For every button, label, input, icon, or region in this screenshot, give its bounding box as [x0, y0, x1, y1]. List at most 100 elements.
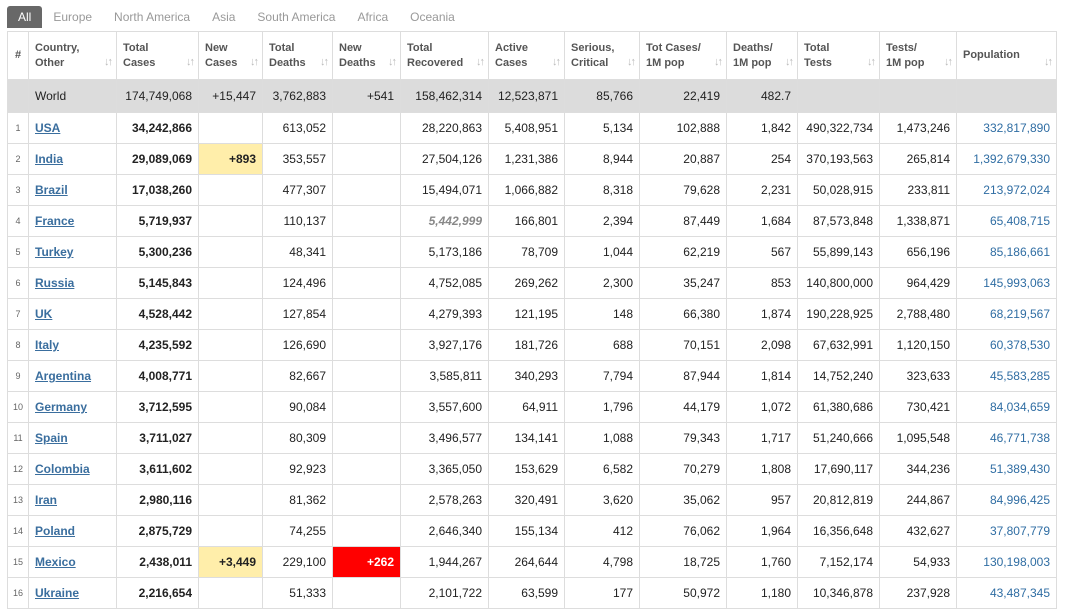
country-link[interactable]: Argentina [35, 369, 91, 383]
sort-arrows-icon[interactable]: ↓↑ [1044, 55, 1053, 70]
cell-total-cases: 174,749,068 [116, 79, 199, 113]
column-header-line2: 1M pop [886, 56, 925, 69]
country-link[interactable]: USA [35, 121, 60, 135]
country-link[interactable]: Italy [35, 338, 59, 352]
tab-north-america[interactable]: North America [103, 6, 201, 28]
cell-new-cases: +15,447 [198, 79, 263, 113]
cell-total-tests: 370,193,563 [797, 143, 880, 175]
tab-europe[interactable]: Europe [42, 6, 103, 28]
tab-oceania[interactable]: Oceania [399, 6, 466, 28]
cell-total-deaths: 613,052 [262, 112, 333, 144]
column-header-deaths-1m-pop[interactable]: Deaths/1M pop ↓↑ [726, 31, 798, 80]
table-row: 10 Germany 3,712,595 90,084 3,557,600 64,911 1… [7, 391, 1057, 423]
cell-active-cases: 12,523,871 [488, 79, 565, 113]
tab-asia[interactable]: Asia [201, 6, 246, 28]
column-header-tot-cases-1m-pop[interactable]: Tot Cases/1M pop ↓↑ [639, 31, 727, 80]
cell-serious: 5,134 [564, 112, 640, 144]
cell-active-cases: 264,644 [488, 546, 565, 578]
cell-deaths-per-m: 2,231 [726, 174, 798, 206]
column-header-line2: Recovered [407, 56, 464, 69]
country-link[interactable]: Brazil [35, 183, 68, 197]
column-header-total-recovered[interactable]: Total Recovered ↓↑ [400, 31, 489, 80]
column-header-active-cases[interactable]: Active Cases ↓↑ [488, 31, 565, 80]
cell-total-tests: 140,800,000 [797, 267, 880, 299]
cell-serious: 412 [564, 515, 640, 547]
cell-deaths-per-m: 853 [726, 267, 798, 299]
sort-arrows-icon[interactable]: ↓↑ [627, 55, 636, 70]
country-link[interactable]: Colombia [35, 462, 90, 476]
country-link[interactable]: Spain [35, 431, 68, 445]
row-index: 8 [7, 329, 29, 361]
sort-arrows-icon[interactable]: ↓↑ [785, 55, 794, 70]
cell-total-tests: 50,028,915 [797, 174, 880, 206]
column-header-serious-critical[interactable]: Serious, Critical ↓↑ [564, 31, 640, 80]
cell-new-deaths [332, 205, 401, 237]
sort-arrows-icon[interactable]: ↓↑ [476, 55, 485, 70]
cell-total-tests: 7,152,174 [797, 546, 880, 578]
country-link[interactable]: Russia [35, 276, 74, 290]
sort-arrows-icon[interactable]: ↓↑ [186, 55, 195, 70]
cell-active-cases: 269,262 [488, 267, 565, 299]
column-header-[interactable]: # [7, 31, 29, 80]
cell-cases-per-m: 87,944 [639, 360, 727, 392]
country-cell: Spain [28, 422, 117, 454]
column-header-total-tests[interactable]: Total Tests ↓↑ [797, 31, 880, 80]
sort-arrows-icon[interactable]: ↓↑ [320, 55, 329, 70]
sort-arrows-icon[interactable]: ↓↑ [867, 55, 876, 70]
tab-all[interactable]: All [7, 6, 43, 28]
row-index: 9 [7, 360, 29, 392]
country-link[interactable]: UK [35, 307, 52, 321]
cell-tests-per-m: 964,429 [879, 267, 957, 299]
row-index: 15 [7, 546, 29, 578]
cell-total-deaths: 81,362 [262, 484, 333, 516]
country-link[interactable]: Turkey [35, 245, 73, 259]
sort-arrows-icon[interactable]: ↓↑ [388, 55, 397, 70]
row-index: 5 [7, 236, 29, 268]
cell-tests-per-m: 323,633 [879, 360, 957, 392]
column-header-population[interactable]: Population ↓↑ [956, 31, 1057, 80]
sort-arrows-icon[interactable]: ↓↑ [552, 55, 561, 70]
column-header-total-cases[interactable]: Total Cases ↓↑ [116, 31, 199, 80]
column-header-new-deaths[interactable]: New Deaths ↓↑ [332, 31, 401, 80]
cell-total-tests: 14,752,240 [797, 360, 880, 392]
sort-arrows-icon[interactable]: ↓↑ [104, 55, 113, 70]
cell-active-cases: 78,709 [488, 236, 565, 268]
table-row: 1 USA 34,242,866 613,052 28,220,863 5,408,951… [7, 112, 1057, 144]
tab-africa[interactable]: Africa [346, 6, 399, 28]
row-index: 14 [7, 515, 29, 547]
column-header-new-cases[interactable]: New Cases ↓↑ [198, 31, 263, 80]
country-cell: Ukraine [28, 577, 117, 609]
country-link[interactable]: India [35, 152, 63, 166]
country-link[interactable]: France [35, 214, 74, 228]
cell-cases-per-m: 44,179 [639, 391, 727, 423]
country-link[interactable]: Ukraine [35, 586, 79, 600]
column-header-line1: Country, [35, 41, 80, 54]
cell-total-recovered: 5,442,999 [400, 205, 489, 237]
cell-deaths-per-m: 1,717 [726, 422, 798, 454]
cell-serious: 1,088 [564, 422, 640, 454]
cell-total-deaths: 126,690 [262, 329, 333, 361]
cell-population: 84,034,659 [956, 391, 1057, 423]
country-link[interactable]: Mexico [35, 555, 76, 569]
table-row: 7 UK 4,528,442 127,854 4,279,393 121,195 148 66… [7, 298, 1057, 330]
cell-new-deaths [332, 267, 401, 299]
sort-arrows-icon[interactable]: ↓↑ [250, 55, 259, 70]
tab-south-america[interactable]: South America [246, 6, 346, 28]
column-header-line2: Tests [804, 56, 832, 69]
column-header-total-deaths[interactable]: Total Deaths ↓↑ [262, 31, 333, 80]
country-link[interactable]: Poland [35, 524, 75, 538]
sort-arrows-icon[interactable]: ↓↑ [714, 55, 723, 70]
column-header-tests-1m-pop[interactable]: Tests/1M pop ↓↑ [879, 31, 957, 80]
country-cell: Italy [28, 329, 117, 361]
country-link[interactable]: Germany [35, 400, 87, 414]
cell-deaths-per-m: 1,808 [726, 453, 798, 485]
table-row: 16 Ukraine 2,216,654 51,333 2,101,722 63,599 1… [7, 577, 1057, 609]
column-header-country-other[interactable]: Country, Other ↓↑ [28, 31, 117, 80]
table-row: 15 Mexico 2,438,011 +3,449 229,100 +262 1,944,… [7, 546, 1057, 578]
cell-deaths-per-m: 957 [726, 484, 798, 516]
country-cell: Germany [28, 391, 117, 423]
country-cell: Colombia [28, 453, 117, 485]
country-link[interactable]: Iran [35, 493, 57, 507]
cell-total-recovered: 4,279,393 [400, 298, 489, 330]
sort-arrows-icon[interactable]: ↓↑ [944, 55, 953, 70]
